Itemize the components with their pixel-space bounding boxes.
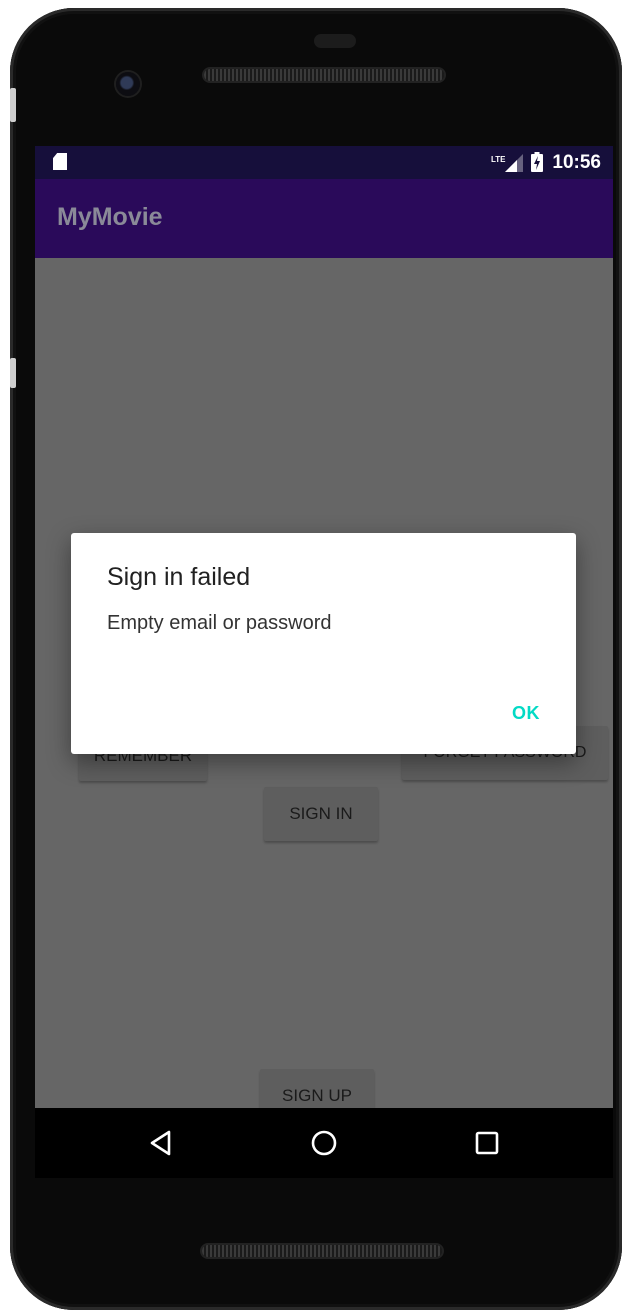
battery-charging-icon — [531, 152, 543, 172]
top-speaker-grille — [204, 69, 444, 81]
front-camera-icon — [116, 72, 140, 96]
sd-card-icon — [53, 153, 67, 170]
status-time: 10:56 — [552, 152, 601, 173]
sign-up-button[interactable]: SIGN UP — [260, 1069, 374, 1108]
dialog-title: Sign in failed — [107, 563, 251, 591]
bottom-speaker-grille — [202, 1245, 442, 1257]
top-earpiece — [314, 34, 356, 48]
sign-in-button[interactable]: SIGN IN — [264, 787, 378, 841]
sign-in-button-label: SIGN IN — [289, 804, 353, 823]
app-title: MyMovie — [57, 203, 163, 231]
sign-up-button-label: SIGN UP — [282, 1086, 352, 1105]
app-bar: MyMovie — [35, 179, 613, 258]
status-bar: LTE 10:56 — [35, 146, 613, 179]
back-icon[interactable] — [147, 1128, 177, 1158]
dialog-ok-button[interactable]: OK — [512, 703, 540, 724]
volume-button — [10, 88, 16, 122]
network-label: LTE — [491, 155, 506, 164]
sign-in-failed-dialog: Sign in failed Empty email or password O… — [71, 533, 576, 754]
lte-signal-icon: LTE — [491, 154, 523, 172]
dialog-message: Empty email or password — [107, 612, 332, 634]
home-icon[interactable] — [309, 1128, 339, 1158]
power-button — [10, 358, 16, 388]
navigation-bar — [35, 1108, 613, 1178]
recents-icon[interactable] — [472, 1128, 502, 1158]
